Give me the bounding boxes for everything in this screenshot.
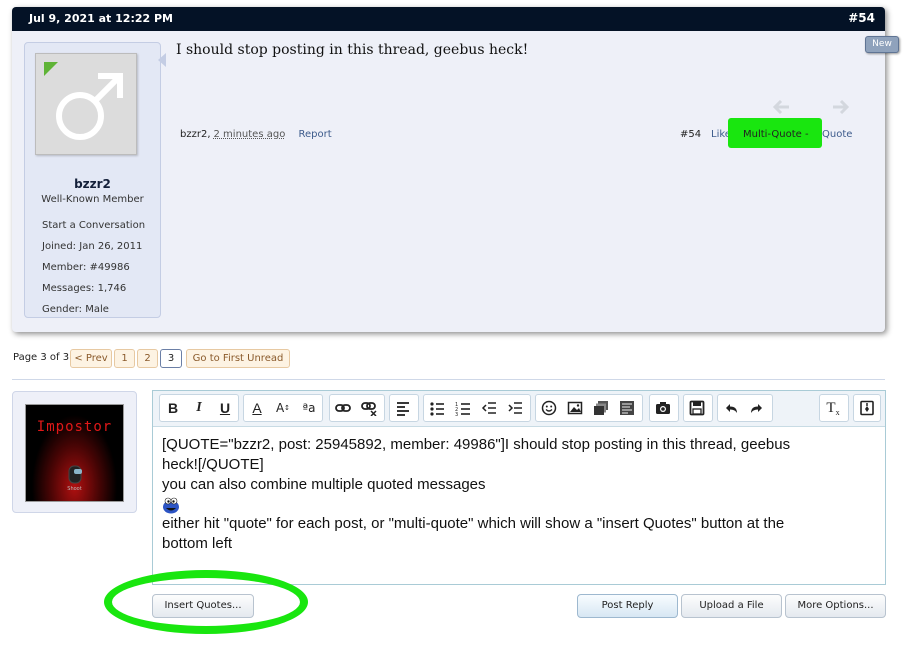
post-author-meta: bzzr2, 2 minutes ago Report — [180, 129, 332, 140]
male-symbol-icon — [56, 73, 123, 140]
joined-row: Joined: Jan 26, 2011 — [42, 241, 142, 252]
editor-toolbar: B I U A A ↕ ªa 123 T x — [153, 391, 885, 427]
editor-line: you can also combine multiple quoted mes… — [162, 476, 486, 493]
report-link[interactable]: Report — [299, 129, 332, 140]
history-group — [717, 394, 773, 422]
member-label: Member: — [42, 262, 87, 273]
first-unread-button[interactable]: Go to First Unread — [186, 349, 290, 368]
page-1-button[interactable]: 1 — [114, 349, 135, 368]
gender-value: Male — [85, 304, 109, 315]
post-card: Jul 9, 2021 at 12:22 PM #54 bzzr2 Well-K… — [12, 7, 885, 332]
post-permalink-number[interactable]: #54 — [848, 11, 875, 25]
arrow-left-icon[interactable] — [772, 100, 790, 114]
avatar-caption: Shoot — [67, 486, 82, 492]
upload-file-button[interactable]: Upload a File — [681, 594, 782, 618]
camera-icon[interactable] — [650, 395, 676, 421]
new-badge: New — [865, 36, 899, 53]
member-value: #49986 — [89, 262, 130, 273]
post-reply-button[interactable]: Post Reply — [577, 594, 678, 618]
link-group — [329, 394, 385, 422]
post-header: Jul 9, 2021 at 12:22 PM #54 — [12, 7, 885, 31]
reply-avatar-panel: Impostor Shoot — [12, 391, 137, 513]
message-pointer — [158, 53, 166, 67]
author-link[interactable]: bzzr2 — [180, 129, 207, 140]
save-group — [683, 394, 713, 422]
my-avatar[interactable]: Impostor Shoot — [25, 404, 124, 502]
link-icon[interactable] — [330, 395, 356, 421]
prev-page-button[interactable]: < Prev — [70, 349, 112, 368]
messages-row: Messages: 1,746 — [42, 283, 126, 294]
text-style-group: B I U — [159, 394, 239, 422]
page-3-current[interactable]: 3 — [160, 349, 182, 368]
smiley-icon[interactable] — [536, 395, 562, 421]
editor-line: [QUOTE="bzzr2, post: 25945892, member: 4… — [162, 436, 791, 453]
start-conversation-link[interactable]: Start a Conversation — [42, 220, 145, 231]
bullet-list-icon[interactable] — [424, 395, 450, 421]
gender-label: Gender: — [42, 304, 83, 315]
divider — [12, 379, 885, 380]
image-icon[interactable] — [562, 395, 588, 421]
redo-icon[interactable] — [744, 395, 770, 421]
username[interactable]: bzzr2 — [25, 177, 160, 191]
outdent-icon[interactable] — [476, 395, 502, 421]
reply-editor[interactable]: B I U A A ↕ ªa 123 T x [QUOTE="bzzr2, po… — [152, 390, 886, 585]
toggle-bbcode-group — [853, 394, 881, 422]
messages-label: Messages: — [42, 283, 95, 294]
avatar-title-text: Impostor — [36, 419, 113, 435]
multi-quote-link[interactable]: Multi-Quote - — [743, 129, 809, 140]
member-row: Member: #49986 — [42, 262, 130, 273]
post-message: I should stop posting in this thread, ge… — [176, 42, 529, 58]
align-left-icon[interactable] — [390, 395, 416, 421]
numbered-list-icon[interactable]: 123 — [450, 395, 476, 421]
font-size-icon[interactable]: A ↕ — [270, 395, 296, 421]
post-number-link[interactable]: #54 — [680, 129, 701, 140]
cookie-monster-smiley-icon — [163, 497, 179, 514]
insert-quotes-button[interactable]: Insert Quotes... — [152, 594, 254, 618]
quote-link[interactable]: Quote — [822, 129, 852, 140]
arrow-right-icon[interactable] — [832, 100, 850, 114]
editor-line: either hit "quote" for each post, or "mu… — [162, 515, 785, 532]
list-group: 123 — [423, 394, 531, 422]
unlink-icon[interactable] — [356, 395, 382, 421]
undo-icon[interactable] — [718, 395, 744, 421]
gender-row: Gender: Male — [42, 304, 109, 315]
avatar[interactable] — [35, 53, 137, 155]
camera-group — [649, 394, 679, 422]
editor-line: heck![/QUOTE] — [162, 456, 264, 473]
font-group: A A ↕ ªa — [243, 394, 323, 422]
insert-group — [535, 394, 643, 422]
joined-label: Joined: — [42, 241, 77, 252]
media-icon[interactable] — [588, 395, 614, 421]
font-family-icon[interactable]: ªa — [296, 395, 322, 421]
remove-formatting-icon[interactable]: Tx — [820, 395, 846, 421]
joined-value: Jan 26, 2011 — [79, 241, 143, 252]
user-title: Well-Known Member — [41, 194, 144, 205]
page-indicator: Page 3 of 3 — [13, 352, 70, 363]
editor-text-area[interactable]: [QUOTE="bzzr2, post: 25945892, member: 4… — [162, 435, 877, 554]
save-draft-icon[interactable] — [684, 395, 710, 421]
post-date: Jul 9, 2021 at 12:22 PM — [29, 12, 173, 25]
editor-line: bottom left — [162, 535, 233, 552]
underline-icon[interactable]: U — [212, 395, 238, 421]
messages-value: 1,746 — [97, 283, 127, 294]
page-2-button[interactable]: 2 — [137, 349, 158, 368]
user-info-panel: bzzr2 Well-Known Member Start a Conversa… — [24, 42, 161, 318]
italic-icon[interactable]: I — [186, 395, 212, 421]
svg-text:3: 3 — [455, 412, 458, 416]
toggle-bbcode-icon[interactable] — [854, 395, 880, 421]
bold-icon[interactable]: B — [160, 395, 186, 421]
post-time[interactable]: 2 minutes ago — [214, 129, 286, 140]
align-group — [389, 394, 419, 422]
indent-icon[interactable] — [502, 395, 528, 421]
clear-format-group: Tx — [819, 394, 849, 422]
crewmate-icon — [68, 465, 82, 484]
font-color-icon[interactable]: A — [244, 395, 270, 421]
more-options-button[interactable]: More Options... — [785, 594, 886, 618]
code-block-icon[interactable] — [614, 395, 640, 421]
